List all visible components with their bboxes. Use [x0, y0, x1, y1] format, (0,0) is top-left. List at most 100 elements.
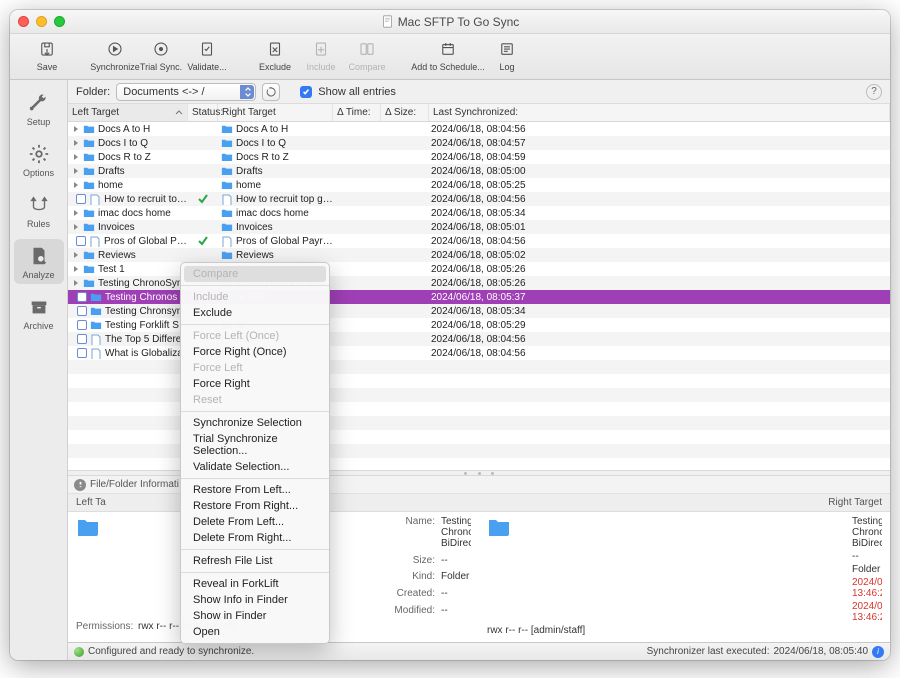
file-icon — [89, 236, 101, 246]
sidebar: Setup Options Rules Analyze Archive — [10, 80, 68, 660]
table-row[interactable]: How to recruit top globalHow to recruit … — [68, 192, 890, 206]
save-button[interactable]: Save — [24, 38, 70, 72]
tab-right-target[interactable]: Right Target — [479, 494, 890, 511]
last-sync: 2024/06/18, 08:05:34 — [429, 208, 890, 219]
table-row[interactable]: ReviewsReviews2024/06/18, 08:05:02 — [68, 248, 890, 262]
col-dtime[interactable]: Δ Time: — [333, 104, 381, 121]
menu-item[interactable]: Force Right — [181, 376, 329, 392]
table-row[interactable]: Pros of Global Payroll.doPros of Global … — [68, 234, 890, 248]
table-row[interactable]: InvoicesInvoices2024/06/18, 08:05:01 — [68, 220, 890, 234]
folder-icon — [83, 166, 95, 176]
trial-sync-icon — [152, 40, 170, 58]
minimize-window-button[interactable] — [36, 16, 47, 27]
last-sync: 2024/06/18, 08:04:56 — [429, 236, 890, 247]
close-window-button[interactable] — [18, 16, 29, 27]
menu-item[interactable]: Validate Selection... — [181, 459, 329, 475]
disclosure-icon[interactable] — [72, 265, 80, 273]
add-schedule-button[interactable]: Add to Schedule... — [412, 38, 484, 72]
disclosure-icon[interactable] — [72, 139, 80, 147]
table-row[interactable]: homehome2024/06/18, 08:05:25 — [68, 178, 890, 192]
folder-refresh-button[interactable] — [262, 83, 280, 101]
col-dsize[interactable]: Δ Size: — [381, 104, 429, 121]
last-sync: 2024/06/18, 08:05:00 — [429, 166, 890, 177]
left-name: Invoices — [98, 222, 135, 233]
folder-bar: Folder: Documents <-> / Show all entries… — [68, 80, 890, 104]
row-checkbox[interactable] — [77, 320, 87, 330]
col-status[interactable]: Status: — [188, 104, 218, 121]
col-left-target[interactable]: Left Target — [68, 104, 188, 121]
menu-item[interactable]: Reveal in ForkLift — [181, 576, 329, 592]
log-button[interactable]: Log — [484, 38, 530, 72]
left-name: Test 1 — [98, 264, 125, 275]
folder-icon — [83, 180, 95, 190]
show-all-checkbox[interactable] — [300, 86, 312, 98]
folder-icon — [83, 250, 95, 260]
disclosure-icon[interactable] — [72, 251, 80, 259]
exclude-icon — [266, 40, 284, 58]
sidebar-rules[interactable]: Rules — [14, 188, 64, 233]
right-name: How to recruit top global — [236, 194, 333, 205]
exclude-button[interactable]: Exclude — [252, 38, 298, 72]
folder-icon — [90, 292, 102, 302]
folder-icon — [83, 278, 95, 288]
menu-item[interactable]: Delete From Left... — [181, 514, 329, 530]
menu-item[interactable]: Open — [181, 624, 329, 640]
wrench-icon — [28, 92, 50, 114]
table-row[interactable]: DraftsDrafts2024/06/18, 08:05:00 — [68, 164, 890, 178]
menu-item[interactable]: Refresh File List — [181, 553, 329, 569]
menu-item[interactable]: Exclude — [181, 305, 329, 321]
validate-button[interactable]: Validate... — [184, 38, 230, 72]
left-name: Reviews — [98, 250, 136, 261]
row-checkbox[interactable] — [77, 348, 87, 358]
menu-item[interactable]: Restore From Left... — [181, 482, 329, 498]
menu-item[interactable]: Delete From Right... — [181, 530, 329, 546]
menu-item[interactable]: Show in Finder — [181, 608, 329, 624]
menu-item[interactable]: Trial Synchronize Selection... — [181, 431, 329, 459]
save-icon — [38, 40, 56, 58]
table-row[interactable]: Docs R to ZDocs R to Z2024/06/18, 08:04:… — [68, 150, 890, 164]
disclosure-icon[interactable] — [72, 181, 80, 189]
sidebar-archive[interactable]: Archive — [14, 290, 64, 335]
disclosure-icon[interactable] — [72, 167, 80, 175]
last-sync: 2024/06/18, 08:04:59 — [429, 152, 890, 163]
trial-sync-button[interactable]: Trial Sync. — [138, 38, 184, 72]
col-last-sync[interactable]: Last Synchronized: — [429, 104, 890, 121]
sidebar-analyze[interactable]: Analyze — [14, 239, 64, 284]
disclosure-icon[interactable] — [72, 125, 80, 133]
disclosure-icon[interactable] — [72, 209, 80, 217]
table-row[interactable]: Docs I to QDocs I to Q2024/06/18, 08:04:… — [68, 136, 890, 150]
col-right-target[interactable]: Right Target — [218, 104, 333, 121]
folder-icon — [83, 152, 95, 162]
info-icon[interactable]: i — [872, 646, 884, 658]
menu-item[interactable]: Restore From Right... — [181, 498, 329, 514]
row-checkbox[interactable] — [77, 306, 87, 316]
menu-item[interactable]: Synchronize Selection — [181, 415, 329, 431]
context-menu[interactable]: CompareIncludeExcludeForce Left (Once)Fo… — [180, 262, 330, 644]
menu-item[interactable]: Force Right (Once) — [181, 344, 329, 360]
sidebar-setup[interactable]: Setup — [14, 86, 64, 131]
disclosure-icon[interactable] — [72, 223, 80, 231]
folder-icon — [76, 516, 100, 536]
zoom-window-button[interactable] — [54, 16, 65, 27]
row-checkbox[interactable] — [77, 292, 87, 302]
info-badge-icon — [74, 479, 86, 491]
disclosure-icon[interactable] — [72, 153, 80, 161]
table-row[interactable]: imac docs homeimac docs home2024/06/18, … — [68, 206, 890, 220]
synchronize-button[interactable]: Synchronize — [92, 38, 138, 72]
status-text: Configured and ready to synchronize. — [88, 646, 254, 657]
document-icon — [381, 15, 394, 28]
menu-item[interactable]: Show Info in Finder — [181, 592, 329, 608]
status-indicator-icon — [74, 647, 84, 657]
menu-item: Force Left — [181, 360, 329, 376]
folder-path-select[interactable]: Documents <-> / — [116, 83, 256, 101]
help-button[interactable]: ? — [866, 84, 882, 100]
disclosure-icon[interactable] — [72, 279, 80, 287]
file-icon — [90, 348, 102, 358]
row-checkbox[interactable] — [77, 334, 87, 344]
include-button: Include — [298, 38, 344, 72]
row-checkbox[interactable] — [76, 194, 86, 204]
row-checkbox[interactable] — [76, 236, 86, 246]
table-row[interactable]: Docs A to HDocs A to H2024/06/18, 08:04:… — [68, 122, 890, 136]
right-name: Invoices — [236, 222, 273, 233]
sidebar-options[interactable]: Options — [14, 137, 64, 182]
